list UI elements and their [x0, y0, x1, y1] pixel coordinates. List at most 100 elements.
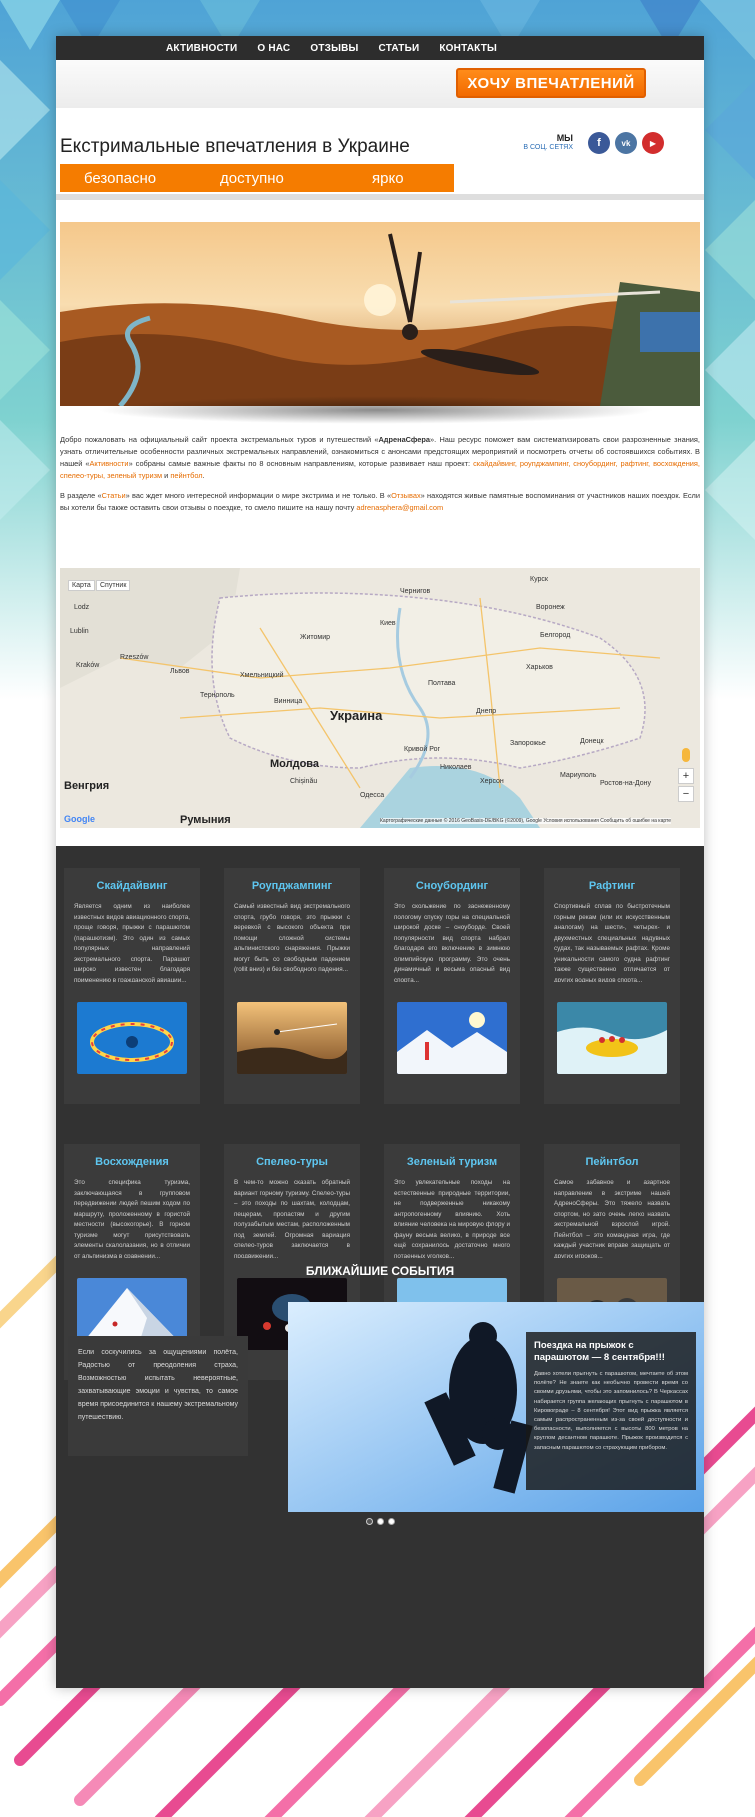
site-container: АКТИВНОСТИ О НАС ОТЗЫВЫ СТАТЬИ КОНТАКТЫ … — [56, 36, 704, 1688]
top-navigation: АКТИВНОСТИ О НАС ОТЗЫВЫ СТАТЬИ КОНТАКТЫ — [56, 36, 704, 60]
nav-articles[interactable]: СТАТЬИ — [379, 43, 420, 54]
card-text: Это скольжение по заснеженному пологому … — [394, 903, 510, 982]
map-label: Венгрия — [64, 780, 110, 792]
activity-card-snowboarding[interactable]: Сноубординг Это скольжение по заснеженно… — [384, 868, 520, 1104]
card-text: Является одним из наиболее известных вид… — [74, 903, 190, 982]
activities-link[interactable]: Активности — [89, 459, 128, 468]
map-label: Винница — [274, 698, 303, 705]
card-title[interactable]: Спелео-туры — [224, 1156, 360, 1168]
card-title[interactable]: Сноубординг — [384, 880, 520, 892]
skydiving-image — [77, 1002, 187, 1074]
snowboarding-image — [397, 1002, 507, 1074]
zoom-out-button[interactable]: − — [678, 786, 694, 802]
slogan-affordable: доступно — [220, 169, 284, 187]
card-text: Самое забавное и азартное направление в … — [554, 1179, 670, 1258]
map-label: Тернополь — [200, 692, 235, 699]
map-country-label: Украина — [330, 708, 383, 723]
slogan-safe: безопасно — [84, 169, 157, 187]
map-label: Кривой Рог — [404, 746, 441, 753]
social-label: МЫ В СОЦ. СЕТЯХ — [523, 133, 573, 152]
nav-activities[interactable]: АКТИВНОСТИ — [166, 43, 237, 54]
slider-dot-1[interactable] — [365, 1518, 373, 1525]
map-label: Kraków — [76, 662, 100, 669]
map-label: Полтава — [428, 680, 456, 687]
events-title: БЛИЖАЙШИЕ СОБЫТИЯ — [305, 1264, 455, 1278]
slogan-bar: безопасно доступно ярко — [60, 164, 454, 192]
rafting-image — [557, 1002, 667, 1074]
nav-about[interactable]: О НАС — [257, 43, 290, 54]
map-label: Киев — [380, 620, 396, 627]
reviews-link[interactable]: Отзывах — [391, 491, 420, 500]
map-label: Lodz — [74, 604, 90, 611]
map-label: Львов — [170, 668, 190, 675]
hero-bungee-jump-image — [60, 222, 700, 406]
slogan-bright: ярко — [372, 169, 404, 187]
map-label: Херсон — [480, 778, 504, 785]
card-title[interactable]: Рафтинг — [544, 880, 680, 892]
card-text: Это специфика туризма, заключающаяся в г… — [74, 1179, 190, 1258]
map-label: Lublin — [70, 628, 89, 635]
card-text: В чем-то можно сказать обратный вариант … — [234, 1179, 350, 1258]
intro-text: Добро пожаловать на официальный сайт про… — [60, 434, 700, 522]
map-label: Запорожье — [510, 740, 546, 747]
map-label: Воронеж — [536, 604, 565, 611]
events-intro-box: Если соскучились за ощущениями полёта, Р… — [68, 1336, 248, 1456]
site-title: Екстримальные впечатления в Украине — [60, 136, 410, 157]
vk-icon[interactable]: vk — [615, 132, 637, 154]
intro-paragraph-1: Добро пожаловать на официальный сайт про… — [60, 435, 700, 480]
map-label: Молдова — [270, 758, 320, 770]
map-label: Харьков — [526, 664, 553, 671]
nav-contacts[interactable]: КОНТАКТЫ — [439, 43, 497, 54]
card-text: Это увлекательные походы на естественные… — [394, 1179, 510, 1258]
activity-card-skydiving[interactable]: Скайдайвинг Является одним из наиболее и… — [64, 868, 200, 1104]
slider-dot-2[interactable] — [376, 1518, 384, 1525]
map-label: Курск — [530, 576, 548, 583]
event-description: Поездка на прыжок с парашютом — 8 сентяб… — [526, 1332, 696, 1490]
email-link[interactable]: adrenasphera@gmail.com — [356, 503, 443, 512]
map-label: Николаев — [440, 764, 472, 771]
card-text: Самый известный вид экстремального спорт… — [234, 903, 350, 973]
events-intro-text: Если соскучились за ощущениями полёта, Р… — [78, 1349, 238, 1421]
activity-card-ropejumping[interactable]: Роупджампинг Самый известный вид экстрем… — [224, 868, 360, 1104]
articles-link[interactable]: Статьи — [102, 491, 126, 500]
card-title[interactable]: Пейнтбол — [544, 1156, 680, 1168]
zoom-in-button[interactable]: + — [678, 768, 694, 784]
want-impressions-button[interactable]: ХОЧУ ВПЕЧАТЛЕНИЙ — [456, 68, 646, 98]
header-band: ХОЧУ ВПЕЧАТЛЕНИЙ — [56, 60, 704, 108]
card-title[interactable]: Зеленый туризм — [384, 1156, 520, 1168]
paintball-link[interactable]: пейнтбол — [170, 471, 202, 480]
map-type-map-tab[interactable]: Карта — [68, 580, 95, 591]
map-label: Чернигов — [400, 588, 431, 595]
map-label: Chișinău — [290, 778, 318, 785]
street-view-icon[interactable] — [682, 748, 690, 762]
map-attribution: Картографические данные © 2016 GeoBasis-… — [380, 818, 672, 824]
event-title[interactable]: Поездка на прыжок с парашютом — 8 сентяб… — [534, 1340, 688, 1364]
map-label: Днепр — [476, 708, 497, 715]
map-label: Rzeszów — [120, 654, 149, 661]
ropejumping-image — [237, 1002, 347, 1074]
card-title[interactable]: Восхождения — [64, 1156, 200, 1168]
map-label: Белгород — [540, 632, 571, 639]
facebook-icon[interactable]: f — [588, 132, 610, 154]
card-title[interactable]: Скайдайвинг — [64, 880, 200, 892]
map-label: Румыния — [180, 814, 231, 826]
events-slider[interactable]: Поездка на прыжок с парашютом — 8 сентяб… — [288, 1302, 704, 1512]
activity-card-rafting[interactable]: Рафтинг Спортивный сплав по быстротечным… — [544, 868, 680, 1104]
map-type-satellite-tab[interactable]: Спутник — [96, 580, 131, 591]
map-canvas — [60, 568, 700, 828]
header: Екстримальные впечатления в Украине безо… — [56, 108, 704, 208]
slider-dot-3[interactable] — [387, 1518, 395, 1525]
intro-paragraph-2: В разделе «Статьи» вас ждет много интере… — [60, 491, 700, 512]
youtube-icon[interactable]: ▶ — [642, 132, 664, 154]
map-label: Житомир — [300, 634, 331, 641]
map-label: Мариуполь — [560, 772, 597, 779]
slider-dots — [56, 1518, 704, 1525]
nav-reviews[interactable]: ОТЗЫВЫ — [310, 43, 358, 54]
card-text: Спортивный сплав по быстротечным горным … — [554, 903, 670, 982]
card-title[interactable]: Роупджампинг — [224, 880, 360, 892]
map-label: Донецк — [580, 738, 604, 745]
hero-shadow — [96, 396, 656, 424]
google-map[interactable]: Карта Спутник Lodz Lublin Kraków Rzeszów… — [60, 568, 700, 828]
social-links: МЫ В СОЦ. СЕТЯХ f vk ▶ — [523, 132, 664, 154]
map-label: Ростов-на-Дону — [600, 780, 651, 787]
